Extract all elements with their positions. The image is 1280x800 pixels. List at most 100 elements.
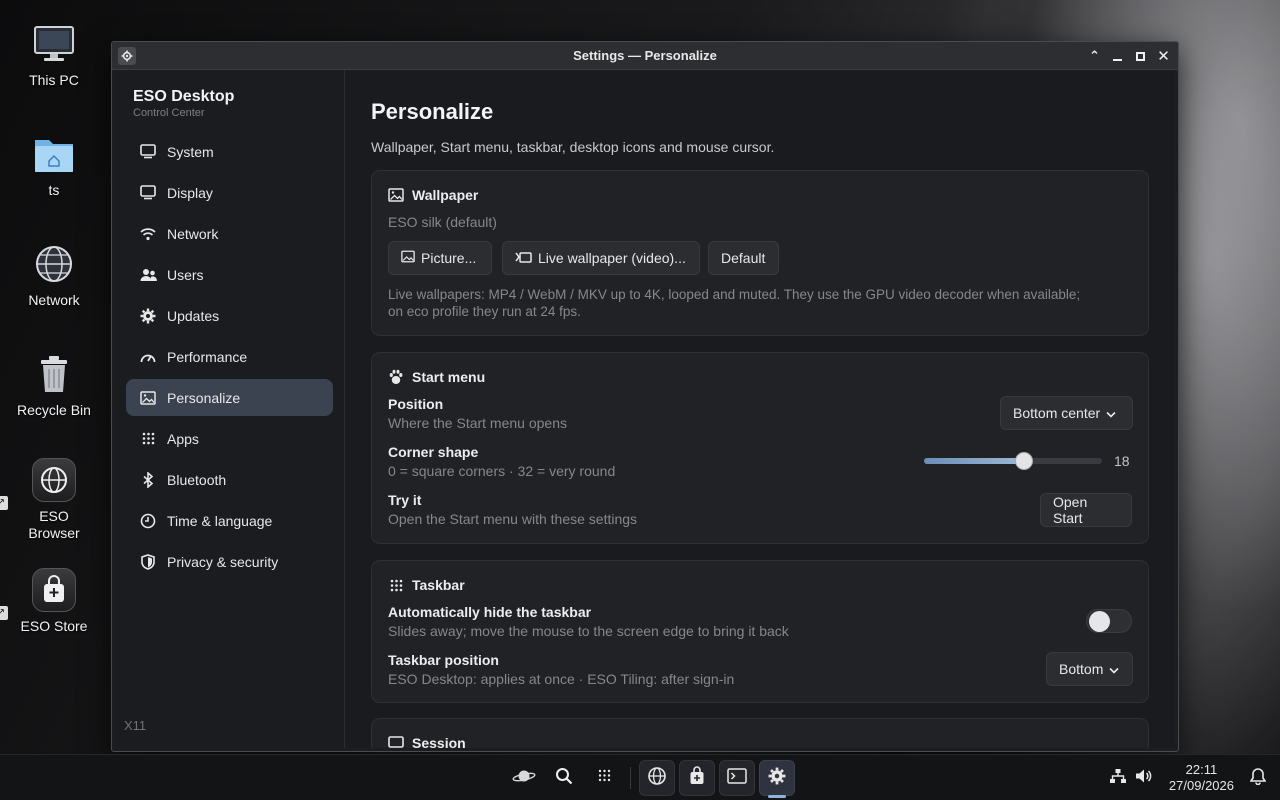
wallpaper-note-line2: on eco profile they run at 24 fps. — [388, 304, 581, 319]
gear-icon — [139, 307, 157, 325]
store-bag-icon — [688, 765, 706, 791]
sidebar-item-bluetooth[interactable]: Bluetooth — [126, 461, 333, 498]
network-wired-icon[interactable] — [1109, 768, 1127, 789]
sidebar-item-display[interactable]: Display — [126, 174, 333, 211]
search-icon — [555, 767, 573, 790]
desktop-icon-recycle-bin[interactable]: Recycle Bin — [8, 350, 100, 419]
desktop-icon-eso-store[interactable]: ↗ ESO Store — [0, 566, 100, 635]
sidebar-item-updates[interactable]: Updates — [126, 297, 333, 334]
sidebar-item-users[interactable]: Users — [126, 256, 333, 293]
gear-icon — [768, 767, 786, 790]
wifi-icon — [139, 225, 157, 243]
volume-icon[interactable] — [1135, 768, 1153, 789]
slider-thumb[interactable] — [1015, 452, 1034, 470]
sidebar-item-label: Network — [167, 225, 219, 242]
autohide-toggle[interactable] — [1086, 609, 1132, 633]
globe-icon — [647, 766, 667, 791]
sidebar-item-system[interactable]: System — [126, 133, 333, 170]
desktop-icon-eso-browser[interactable]: ↗ ESO Browser — [0, 456, 100, 542]
start-position-label: Position — [388, 396, 444, 412]
desktop-icon-label: ts — [48, 182, 60, 198]
taskbar-terminal[interactable] — [719, 760, 755, 796]
taskbar-position-sub: ESO Desktop: applies at once · ESO Tilin… — [388, 671, 735, 687]
desktop-icon-this-pc[interactable]: This PC — [8, 20, 100, 89]
default-button-label: Default — [721, 250, 766, 266]
close-button[interactable]: ✕ — [1155, 46, 1172, 66]
chevron-down-icon — [1109, 661, 1119, 677]
live-wallpaper-button[interactable]: Live wallpaper (video)... — [502, 241, 700, 275]
users-icon — [139, 266, 157, 284]
keep-above-button[interactable]: ⌃ — [1086, 46, 1103, 66]
session-heading: Session — [412, 735, 466, 748]
taskbar-store[interactable] — [679, 760, 715, 796]
sidebar-item-privacy-security[interactable]: Privacy & security — [126, 543, 333, 580]
toggle-knob — [1089, 611, 1110, 632]
settings-window: Settings — Personalize ⌃ ✕ ESO Desktop C… — [111, 41, 1179, 752]
minimize-button[interactable] — [1109, 46, 1126, 66]
start-paw-icon — [388, 369, 404, 385]
maximize-icon — [1136, 51, 1145, 61]
sidebar-item-personalize[interactable]: Personalize — [126, 379, 333, 416]
desktop-icon-label: Recycle Bin — [17, 402, 91, 418]
picture-button[interactable]: Picture... — [388, 241, 492, 275]
picture-button-label: Picture... — [421, 250, 477, 266]
desktop-icon-label: ESO Store — [20, 618, 88, 634]
start-position-sub: Where the Start menu opens — [388, 415, 567, 431]
maximize-button[interactable] — [1132, 46, 1149, 66]
sidebar-nav: System Display Network Users Updates Per… — [115, 133, 344, 580]
corner-shape-slider[interactable] — [924, 452, 1102, 470]
title-bar[interactable]: Settings — Personalize ⌃ ✕ — [112, 42, 1178, 70]
sidebar-item-time-language[interactable]: Time & language — [126, 502, 333, 539]
sidebar-item-apps[interactable]: Apps — [126, 420, 333, 457]
clock-time: 22:11 — [1185, 762, 1218, 777]
globe-icon — [30, 240, 78, 288]
sidebar-item-label: Time & language — [167, 512, 273, 529]
taskbar-position-dropdown[interactable]: Bottom — [1046, 652, 1133, 686]
computer-icon — [30, 20, 78, 68]
taskbar-position-label: Taskbar position — [388, 652, 499, 668]
sidebar-item-label: Privacy & security — [167, 553, 279, 570]
clock[interactable]: 22:11 27/09/2026 — [1169, 762, 1234, 794]
sidebar-item-network[interactable]: Network — [126, 215, 333, 252]
open-start-label: Open Start — [1053, 494, 1088, 526]
terminal-icon — [727, 767, 747, 789]
image-icon — [139, 389, 157, 407]
sidebar-item-label: Apps — [167, 430, 199, 447]
taskbar: 22:11 27/09/2026 — [0, 754, 1280, 800]
taskbar-settings[interactable] — [759, 760, 795, 798]
sidebar-item-label: System — [167, 143, 214, 160]
app-grid-button[interactable] — [586, 760, 622, 796]
store-bag-icon: ↗ — [0, 566, 78, 620]
minimize-icon — [1113, 59, 1122, 61]
planet-icon — [512, 767, 536, 790]
grid-icon — [598, 769, 611, 787]
start-position-dropdown[interactable]: Bottom center — [1000, 396, 1133, 430]
corner-shape-value: 18 — [1114, 453, 1130, 469]
close-icon: ✕ — [1157, 48, 1170, 65]
start-menu-card: Start menu Position Where the Start menu… — [371, 352, 1149, 544]
sidebar-item-label: Display — [167, 184, 213, 201]
start-position-value: Bottom center — [1013, 405, 1101, 421]
live-wallpaper-label: Live wallpaper (video)... — [538, 250, 686, 266]
search-button[interactable] — [546, 760, 582, 796]
taskbar-browser[interactable] — [639, 760, 675, 796]
shield-icon — [139, 553, 157, 571]
desktop-icon-label: ESO Browser — [28, 508, 80, 541]
open-start-button[interactable]: Open Start — [1040, 493, 1132, 527]
notification-bell-icon[interactable] — [1249, 767, 1267, 790]
main-content[interactable]: Personalize Wallpaper, Start menu, taskb… — [346, 70, 1175, 748]
current-wallpaper: ESO silk (default) — [388, 214, 497, 230]
sidebar-item-performance[interactable]: Performance — [126, 338, 333, 375]
sidebar-item-label: Personalize — [167, 389, 241, 406]
display-icon — [139, 184, 157, 202]
default-wallpaper-button[interactable]: Default — [708, 241, 779, 275]
desktop-icon-label: Network — [28, 292, 80, 308]
window-title: Settings — Personalize — [573, 48, 717, 63]
session-type-label: X11 — [124, 718, 147, 733]
start-button[interactable] — [506, 760, 542, 796]
brand-name: ESO Desktop — [133, 88, 235, 105]
trash-icon — [30, 350, 78, 398]
desktop-icon-network[interactable]: Network — [8, 240, 100, 309]
session-card: Session — [371, 718, 1149, 748]
desktop-icon-ts-folder[interactable]: ts — [8, 130, 100, 199]
